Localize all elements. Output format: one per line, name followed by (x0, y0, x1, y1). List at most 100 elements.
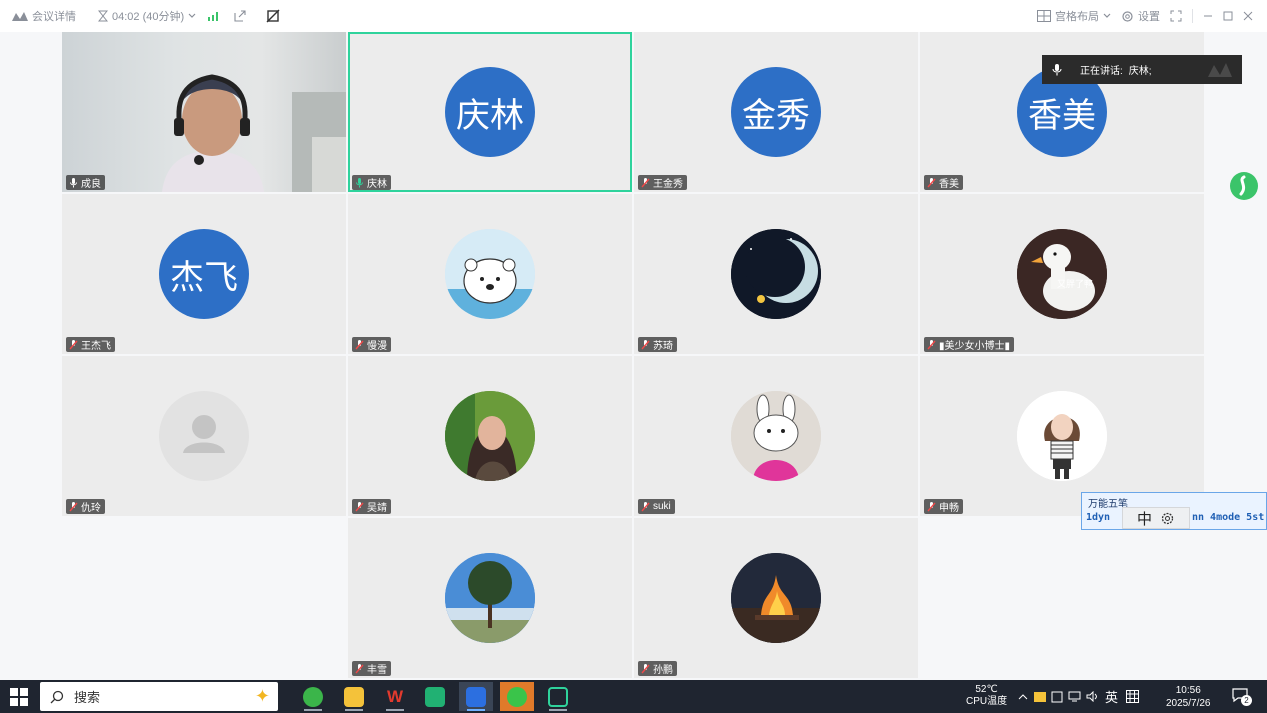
speaking-indicator: 正在讲话: 庆林; (1042, 55, 1242, 84)
taskbar-app-browser[interactable] (296, 682, 330, 711)
taskbar-app-meeting[interactable] (459, 682, 493, 711)
participant-name: 慢漫 (367, 341, 387, 352)
sparkle-icon: ✦ (254, 686, 270, 706)
participant-name-tag: 庆林 (352, 175, 391, 190)
cpu-temp-value: 52℃ (975, 684, 998, 695)
minimize-icon[interactable] (1203, 11, 1213, 21)
tray-device-icon[interactable] (1051, 691, 1063, 703)
participant-name-tag: ▮美少女小博士▮ (924, 337, 1015, 352)
participant-name-tag: suki (638, 499, 675, 514)
microphone-muted-icon (69, 339, 78, 350)
bunny-drawing-avatar (731, 391, 821, 481)
microphone-muted-icon (69, 501, 78, 512)
mute-all-icon[interactable] (266, 9, 280, 23)
participant-tile[interactable]: 丰雪 (348, 518, 632, 678)
chevron-down-icon (188, 13, 196, 19)
search-icon (50, 690, 64, 704)
settings-label: 设置 (1138, 11, 1160, 23)
ime-mode-label: 中 (1136, 510, 1152, 528)
app-icon (425, 686, 445, 707)
participant-name: 王金秀 (653, 179, 683, 190)
ime-candidate-bar[interactable]: 万能五笔 1dyn 中 nn 4mode 5st (1081, 492, 1267, 530)
participant-tile[interactable]: 成良 (62, 32, 346, 192)
cpu-temp-label: CPU温度 (966, 696, 1008, 707)
participant-tile[interactable]: 杰飞 王杰飞 (62, 194, 346, 354)
layout-button[interactable]: 宫格布局 (1037, 8, 1111, 24)
settings-button[interactable]: 设置 (1121, 8, 1160, 24)
windows-taskbar: 搜索 ✦ W 52℃ CPU温度 英 10:56 2025/7/26 2 (0, 680, 1267, 713)
participant-name-tag: 王金秀 (638, 175, 687, 190)
notification-count: 2 (1241, 695, 1252, 706)
microphone-muted-icon (641, 663, 650, 674)
wechat-icon (507, 686, 527, 707)
notification-center-button[interactable]: 2 (1232, 687, 1252, 707)
taskbar-app-green[interactable] (418, 682, 452, 711)
folder-icon (344, 686, 364, 707)
search-placeholder: 搜索 (74, 690, 101, 705)
campfire-avatar (731, 553, 821, 643)
participant-name: 仇玲 (81, 503, 101, 514)
cpu-temperature[interactable]: 52℃ CPU温度 (966, 684, 1007, 708)
network-icon[interactable] (1068, 691, 1081, 702)
participant-tile[interactable]: 慢漫 (348, 194, 632, 354)
participant-name: 丰雪 (367, 665, 387, 676)
system-clock[interactable]: 10:56 2025/7/26 (1166, 684, 1211, 710)
chevron-up-icon[interactable] (1018, 693, 1028, 700)
ime-grid-icon[interactable] (1126, 690, 1140, 703)
participant-name: ▮美少女小博士▮ (939, 341, 1011, 352)
browser-icon (303, 686, 323, 707)
participant-tile[interactable]: 金秀 王金秀 (634, 32, 918, 192)
screen-share-icon (548, 686, 568, 707)
participant-name: 香美 (939, 179, 959, 190)
clock-time: 10:56 (1175, 685, 1201, 696)
meeting-details-button[interactable]: 会议详情 (12, 8, 76, 24)
participant-name-tag: 吴靖 (352, 499, 391, 514)
layout-label: 宫格布局 (1055, 11, 1099, 23)
ime-mode-switch[interactable]: 中 (1122, 507, 1190, 529)
participant-name-tag: 香美 (924, 175, 963, 190)
participant-tile[interactable]: 吴靖 (348, 356, 632, 516)
taskbar-app-wechat[interactable] (500, 682, 534, 711)
moon-avatar (731, 229, 821, 319)
signal-icon[interactable] (208, 11, 220, 21)
participant-tile[interactable]: suki (634, 356, 918, 516)
participant-tile[interactable]: 仇玲 (62, 356, 346, 516)
ime-code-left: 1dyn (1086, 512, 1111, 523)
share-icon[interactable] (234, 10, 246, 22)
gear-icon[interactable] (1160, 511, 1175, 526)
microphone-muted-icon (355, 663, 364, 674)
wps-icon: W (386, 686, 404, 706)
participant-name: 王杰飞 (81, 341, 111, 352)
taskbar-search[interactable]: 搜索 ✦ (40, 682, 278, 711)
participant-name: 孙鹏 (653, 665, 673, 676)
input-language[interactable]: 英 (1105, 687, 1118, 706)
duck-avatar: 又胖了鸭 (1017, 229, 1107, 319)
cartoon-girl-avatar (1017, 391, 1107, 481)
participant-tile[interactable]: 苏琦 (634, 194, 918, 354)
taskbar-app-wps[interactable]: W (378, 682, 412, 711)
participant-tile[interactable]: 孙鹏 (634, 518, 918, 678)
chevron-down-icon (1103, 13, 1111, 19)
participant-tile[interactable]: 又胖了鸭 ▮美少女小博士▮ (920, 194, 1204, 354)
tray-app-icon[interactable] (1034, 691, 1046, 702)
participant-tile[interactable]: 庆林 庆林 (348, 32, 632, 192)
timer-text: 04:02 (40分钟) (112, 11, 185, 23)
avatar-caption: 又胖了鸭 (1057, 279, 1094, 289)
close-icon[interactable] (1243, 11, 1253, 21)
taskbar-app-files[interactable] (337, 682, 371, 711)
microphone-muted-icon (355, 339, 364, 350)
maximize-icon[interactable] (1223, 11, 1233, 21)
windows-start-icon[interactable] (10, 688, 28, 706)
text-avatar: 金秀 (731, 67, 821, 157)
taskbar-app-screen[interactable] (541, 682, 575, 711)
fullscreen-icon[interactable] (1170, 10, 1182, 22)
volume-icon[interactable] (1086, 691, 1099, 702)
floating-assistant-icon[interactable] (1230, 172, 1258, 200)
meeting-timer[interactable]: 04:02 (40分钟) (98, 8, 196, 24)
participant-name: 庆林 (367, 179, 387, 190)
speaking-names: 庆林; (1128, 66, 1152, 77)
participant-name: 吴靖 (367, 503, 387, 514)
ime-code-right: nn 4mode 5st (1192, 512, 1265, 523)
microphone-muted-icon (927, 501, 936, 512)
gear-icon (1121, 10, 1134, 23)
